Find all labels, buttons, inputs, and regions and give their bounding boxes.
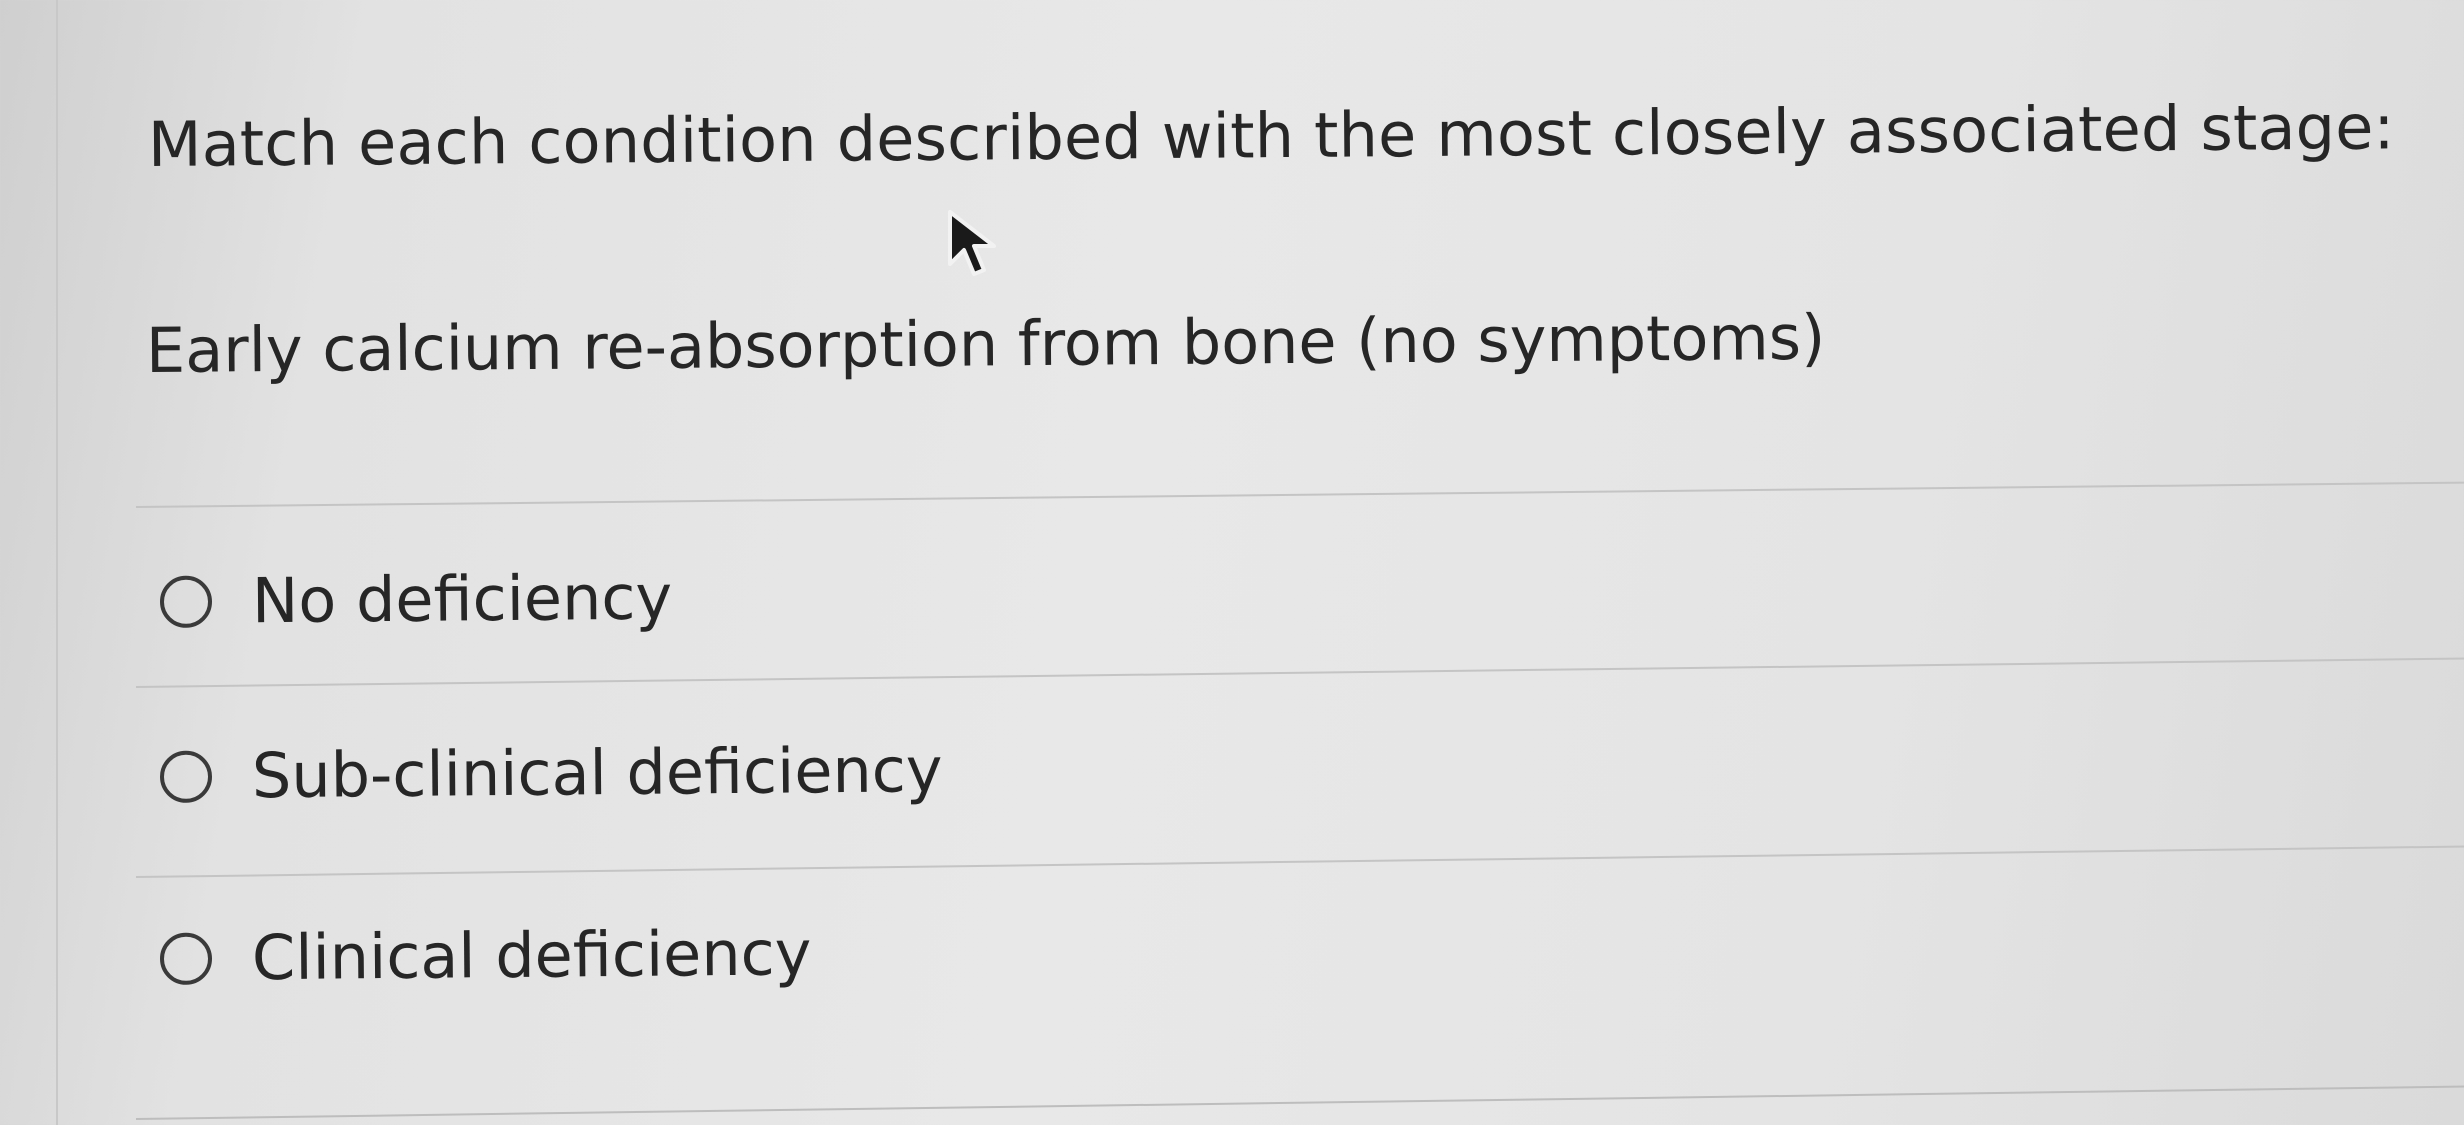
- option-label: Sub-clinical deficiency: [251, 733, 943, 813]
- option-label: No deficiency: [251, 560, 673, 638]
- question-item-text: Early calcium re-absorption from bone (n…: [145, 300, 1826, 387]
- question-prompt: Match each condition described with the …: [147, 90, 2395, 181]
- mouse-pointer-icon: [948, 210, 996, 276]
- divider: [135, 1085, 2464, 1120]
- divider: [135, 481, 2464, 508]
- radio-button-icon[interactable]: [159, 575, 213, 628]
- divider: [135, 845, 2464, 878]
- option-label: Clinical deficiency: [251, 916, 812, 995]
- radio-button-icon[interactable]: [159, 750, 213, 803]
- divider: [135, 657, 2464, 688]
- radio-button-icon[interactable]: [159, 932, 213, 985]
- option-no-deficiency[interactable]: No deficiency: [159, 560, 673, 638]
- quiz-page: Match each condition described with the …: [0, 0, 2464, 1125]
- content-panel-edge: [56, 0, 58, 1125]
- option-clinical-deficiency[interactable]: Clinical deficiency: [159, 916, 812, 995]
- option-sub-clinical-deficiency[interactable]: Sub-clinical deficiency: [159, 733, 943, 813]
